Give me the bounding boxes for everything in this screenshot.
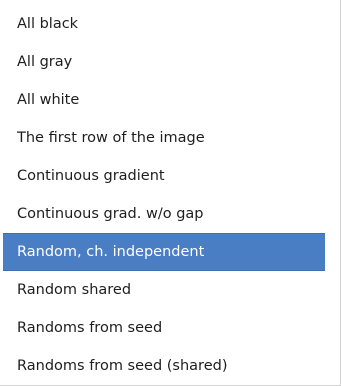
menu-item-all-gray[interactable]: All gray (3, 43, 325, 81)
menu-item-all-white[interactable]: All white (3, 81, 325, 119)
menu-item-randoms-from-seed-shared[interactable]: Randoms from seed (shared) (3, 347, 325, 385)
menu-item-first-row-of-image[interactable]: The first row of the image (3, 119, 325, 157)
menu-item-random-shared[interactable]: Random shared (3, 271, 325, 309)
menu-item-randoms-from-seed[interactable]: Randoms from seed (3, 309, 325, 347)
menu-item-continuous-grad-without-gap[interactable]: Continuous grad. w/o gap (3, 195, 325, 233)
menu-item-random-ch-independent[interactable]: Random, ch. independent (3, 233, 325, 271)
menu-item-continuous-gradient[interactable]: Continuous gradient (3, 157, 325, 195)
dropdown-menu: All black All gray All white The first r… (0, 0, 341, 386)
menu-item-all-black[interactable]: All black (3, 5, 325, 43)
